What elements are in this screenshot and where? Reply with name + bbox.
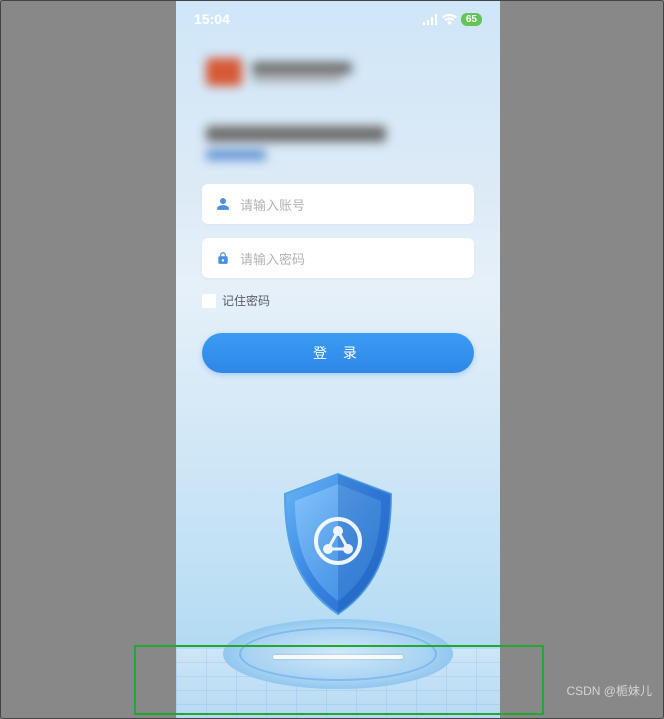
- shield-illustration: [176, 409, 500, 719]
- remember-label: 记住密码: [222, 292, 270, 309]
- login-button[interactable]: 登 录: [202, 333, 474, 373]
- user-icon: [216, 197, 230, 211]
- app-logo: [206, 58, 242, 86]
- lock-icon: [216, 251, 230, 265]
- shield-icon: [273, 469, 403, 619]
- login-form: 请输入账号 请输入密码 记住密码 登 录: [176, 170, 500, 373]
- account-placeholder: 请输入账号: [240, 195, 305, 214]
- battery-pct: 65: [466, 14, 477, 25]
- signal-icon: [422, 14, 438, 25]
- wifi-icon: [442, 14, 457, 25]
- remember-checkbox[interactable]: [202, 294, 216, 308]
- password-input[interactable]: 请输入密码: [202, 238, 474, 278]
- login-label: 登 录: [313, 343, 363, 363]
- remember-row[interactable]: 记住密码: [202, 292, 474, 309]
- status-time: 15:04: [194, 11, 230, 27]
- battery-indicator: 65: [461, 13, 482, 26]
- blurred-header: [176, 34, 500, 170]
- password-placeholder: 请输入密码: [240, 249, 305, 268]
- home-indicator[interactable]: [273, 655, 403, 659]
- watermark: CSDN @栀妹儿: [566, 682, 652, 699]
- status-icons: 65: [422, 13, 482, 26]
- status-bar: 15:04 65: [176, 0, 500, 34]
- phone-screen: 15:04 65 请输入账号 请输入密码: [176, 0, 500, 719]
- account-input[interactable]: 请输入账号: [202, 184, 474, 224]
